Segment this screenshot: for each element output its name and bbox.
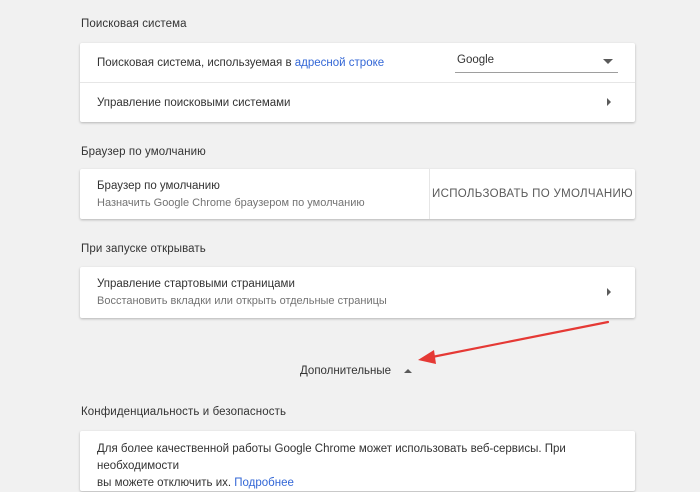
privacy-card: Для более качественной работы Google Chr… (80, 431, 635, 491)
privacy-text-prefix: вы можете отключить их. (97, 477, 235, 489)
red-arrow-icon (418, 320, 610, 364)
privacy-section-title: Конфиденциальность и безопасность (81, 406, 287, 418)
learn-more-link[interactable]: Подробнее (234, 477, 294, 489)
privacy-text-line2: вы можете отключить их. Подробнее (97, 475, 627, 492)
privacy-text-line1: Для более качественной работы Google Chr… (97, 443, 566, 472)
